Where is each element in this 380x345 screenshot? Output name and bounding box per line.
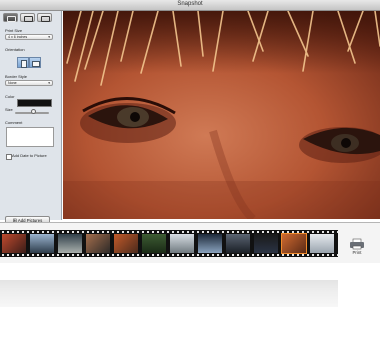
print-label: Print — [352, 250, 362, 255]
orientation-control — [17, 57, 41, 68]
portrait-icon — [21, 60, 27, 68]
comment-label: Comment — [5, 120, 23, 125]
thumbnail[interactable] — [254, 234, 278, 253]
print-size-value: 4 x 6 inches — [8, 35, 28, 39]
print-size-popup[interactable]: 4 x 6 inches ▾ — [5, 34, 53, 40]
thumbnail[interactable] — [30, 234, 54, 253]
title-bar[interactable]: Snapshot — [0, 0, 380, 11]
view-tabs — [3, 13, 52, 22]
border-style-label: Border Style — [5, 74, 28, 79]
film-perforations — [0, 254, 338, 256]
photo-preview[interactable] — [63, 11, 380, 219]
app-window: Snapshot Print Size 4 x 6 inches ▾ Orien… — [0, 0, 380, 263]
comment-field[interactable] — [6, 127, 54, 147]
print-button[interactable]: Print — [347, 237, 367, 259]
thumbnail[interactable] — [170, 234, 194, 253]
filmstrip[interactable] — [0, 230, 338, 257]
thumbnail[interactable] — [114, 234, 138, 253]
printer-icon — [7, 15, 16, 22]
thumbnail-list — [2, 233, 334, 254]
border-style-popup[interactable]: None ▾ — [5, 80, 53, 86]
landscape-button[interactable] — [29, 57, 41, 68]
color-label: Color — [5, 94, 15, 99]
border-color-well[interactable] — [17, 99, 52, 107]
border-style-value: None — [8, 81, 17, 85]
thumbnail[interactable] — [86, 234, 110, 253]
thumbnail-selected[interactable] — [281, 233, 307, 254]
speech-bubble-icon — [24, 15, 33, 22]
photo-image — [63, 11, 380, 219]
image-icon — [41, 15, 50, 22]
orientation-label: Orientation — [5, 47, 25, 52]
add-date-label: Add Date to Picture — [12, 153, 47, 158]
thumbnail[interactable] — [2, 234, 26, 253]
tab-image[interactable] — [37, 13, 52, 22]
thumbnail[interactable] — [198, 234, 222, 253]
print-size-label: Print Size — [5, 28, 23, 33]
thumbnail[interactable] — [58, 234, 82, 253]
printer-icon — [350, 238, 364, 250]
popup-arrow-icon: ▾ — [48, 35, 50, 39]
reflection-fade — [0, 262, 380, 345]
window-title: Snapshot — [177, 1, 203, 7]
popup-arrow-icon: ▾ — [48, 81, 50, 85]
film-perforations — [0, 231, 338, 233]
thumbnail[interactable] — [226, 234, 250, 253]
size-label: Size — [5, 107, 13, 112]
portrait-button[interactable] — [17, 57, 29, 68]
thumbnail[interactable] — [310, 234, 334, 253]
sidebar: Print Size 4 x 6 inches ▾ Orientation Bo… — [0, 11, 62, 225]
thumbnail[interactable] — [142, 234, 166, 253]
window-reflection — [0, 262, 380, 345]
tab-comments[interactable] — [20, 13, 35, 22]
tab-print-settings[interactable] — [3, 13, 18, 22]
size-slider-knob[interactable] — [31, 109, 36, 114]
landscape-icon — [32, 61, 40, 67]
